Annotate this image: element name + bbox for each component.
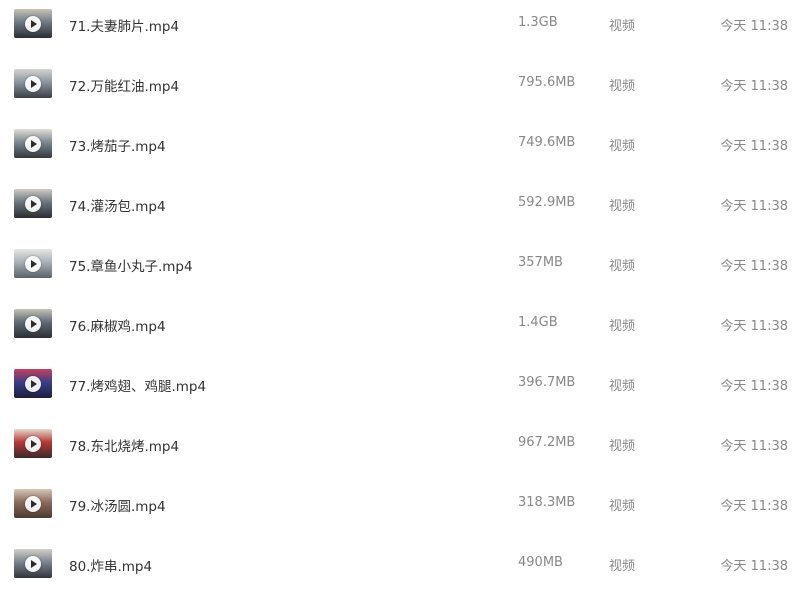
modified-time: 今天 11:38: [720, 19, 788, 34]
play-icon: [25, 255, 41, 272]
play-icon: [25, 375, 41, 392]
modified-time: 今天 11:38: [720, 199, 788, 214]
video-thumbnail[interactable]: [14, 549, 52, 578]
video-thumbnail[interactable]: [14, 429, 52, 458]
file-size: 795.6MB: [518, 75, 576, 90]
file-type: 视频: [609, 139, 636, 154]
modified-time: 今天 11:38: [720, 559, 788, 574]
file-row[interactable]: 73.烤茄子.mp4 749.6MB 视频 今天 11:38: [0, 120, 800, 180]
file-name[interactable]: 77.烤鸡翅、鸡腿.mp4: [69, 375, 206, 395]
file-size: 592.9MB: [518, 195, 576, 210]
video-thumbnail[interactable]: [14, 9, 52, 38]
modified-time: 今天 11:38: [720, 379, 788, 394]
file-name[interactable]: 72.万能红油.mp4: [69, 75, 179, 95]
play-icon: [25, 495, 41, 512]
modified-time: 今天 11:38: [720, 139, 788, 154]
file-name[interactable]: 71.夫妻肺片.mp4: [69, 15, 179, 35]
file-size: 749.6MB: [518, 135, 576, 150]
modified-time: 今天 11:38: [720, 499, 788, 514]
play-icon: [25, 15, 41, 32]
file-row[interactable]: 80.炸串.mp4 490MB 视频 今天 11:38: [0, 540, 800, 600]
file-row[interactable]: 77.烤鸡翅、鸡腿.mp4 396.7MB 视频 今天 11:38: [0, 360, 800, 420]
file-size: 318.3MB: [518, 495, 576, 510]
play-icon: [25, 435, 41, 452]
file-type: 视频: [609, 199, 636, 214]
modified-time: 今天 11:38: [720, 79, 788, 94]
file-type: 视频: [609, 559, 636, 574]
video-thumbnail[interactable]: [14, 309, 52, 338]
file-type: 视频: [609, 499, 636, 514]
video-thumbnail[interactable]: [14, 369, 52, 398]
file-name[interactable]: 74.灌汤包.mp4: [69, 195, 166, 215]
file-row[interactable]: 78.东北烧烤.mp4 967.2MB 视频 今天 11:38: [0, 420, 800, 480]
modified-time: 今天 11:38: [720, 259, 788, 274]
file-type: 视频: [609, 439, 636, 454]
file-size: 1.4GB: [518, 315, 558, 330]
video-thumbnail[interactable]: [14, 69, 52, 98]
file-row[interactable]: 76.麻椒鸡.mp4 1.4GB 视频 今天 11:38: [0, 300, 800, 360]
modified-time: 今天 11:38: [720, 439, 788, 454]
file-type: 视频: [609, 379, 636, 394]
video-thumbnail[interactable]: [14, 249, 52, 278]
file-type: 视频: [609, 79, 636, 94]
modified-time: 今天 11:38: [720, 319, 788, 334]
video-thumbnail[interactable]: [14, 489, 52, 518]
video-thumbnail[interactable]: [14, 129, 52, 158]
file-size: 357MB: [518, 255, 563, 270]
file-name[interactable]: 80.炸串.mp4: [69, 555, 152, 575]
play-icon: [25, 195, 41, 212]
file-row[interactable]: 75.章鱼小丸子.mp4 357MB 视频 今天 11:38: [0, 240, 800, 300]
file-row[interactable]: 71.夫妻肺片.mp4 1.3GB 视频 今天 11:38: [0, 0, 800, 60]
play-icon: [25, 135, 41, 152]
file-size: 1.3GB: [518, 15, 558, 30]
file-row[interactable]: 72.万能红油.mp4 795.6MB 视频 今天 11:38: [0, 60, 800, 120]
file-type: 视频: [609, 19, 636, 34]
file-size: 967.2MB: [518, 435, 576, 450]
file-name[interactable]: 75.章鱼小丸子.mp4: [69, 255, 193, 275]
file-size: 490MB: [518, 555, 563, 570]
file-name[interactable]: 73.烤茄子.mp4: [69, 135, 166, 155]
play-icon: [25, 315, 41, 332]
file-row[interactable]: 74.灌汤包.mp4 592.9MB 视频 今天 11:38: [0, 180, 800, 240]
video-thumbnail[interactable]: [14, 189, 52, 218]
file-name[interactable]: 78.东北烧烤.mp4: [69, 435, 179, 455]
play-icon: [25, 75, 41, 92]
file-size: 396.7MB: [518, 375, 576, 390]
file-list: 71.夫妻肺片.mp4 1.3GB 视频 今天 11:38 72.万能红油.mp…: [0, 0, 800, 596]
file-name[interactable]: 79.冰汤圆.mp4: [69, 495, 166, 515]
file-name[interactable]: 76.麻椒鸡.mp4: [69, 315, 166, 335]
play-icon: [25, 555, 41, 572]
file-type: 视频: [609, 319, 636, 334]
file-type: 视频: [609, 259, 636, 274]
file-row[interactable]: 79.冰汤圆.mp4 318.3MB 视频 今天 11:38: [0, 480, 800, 540]
